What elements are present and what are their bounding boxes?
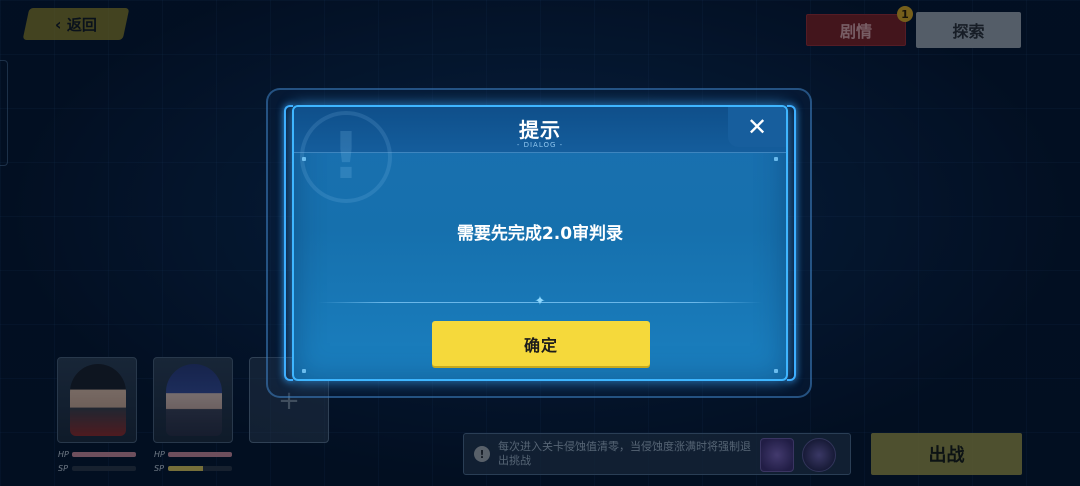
corner-dot: [774, 369, 778, 373]
dialog-right-bracket: [787, 105, 796, 381]
confirm-label: 确定: [523, 335, 558, 355]
close-button[interactable]: ✕: [728, 107, 786, 147]
confirm-button[interactable]: 确定: [432, 321, 650, 366]
corner-dot: [774, 157, 778, 161]
dialog-title: 提示: [519, 118, 561, 142]
corner-dot: [302, 157, 306, 161]
dialog-subtitle: - DIALOG -: [516, 141, 564, 149]
notice-dialog: ! 提示 - DIALOG - ✕ 需要先完成2.0审判录 ✦ 确定: [292, 105, 788, 381]
close-icon: ✕: [746, 113, 768, 141]
corner-dot: [302, 369, 306, 373]
sparkle-icon: ✦: [534, 294, 546, 309]
dialog-message: 需要先完成2.0审判录: [456, 224, 624, 244]
